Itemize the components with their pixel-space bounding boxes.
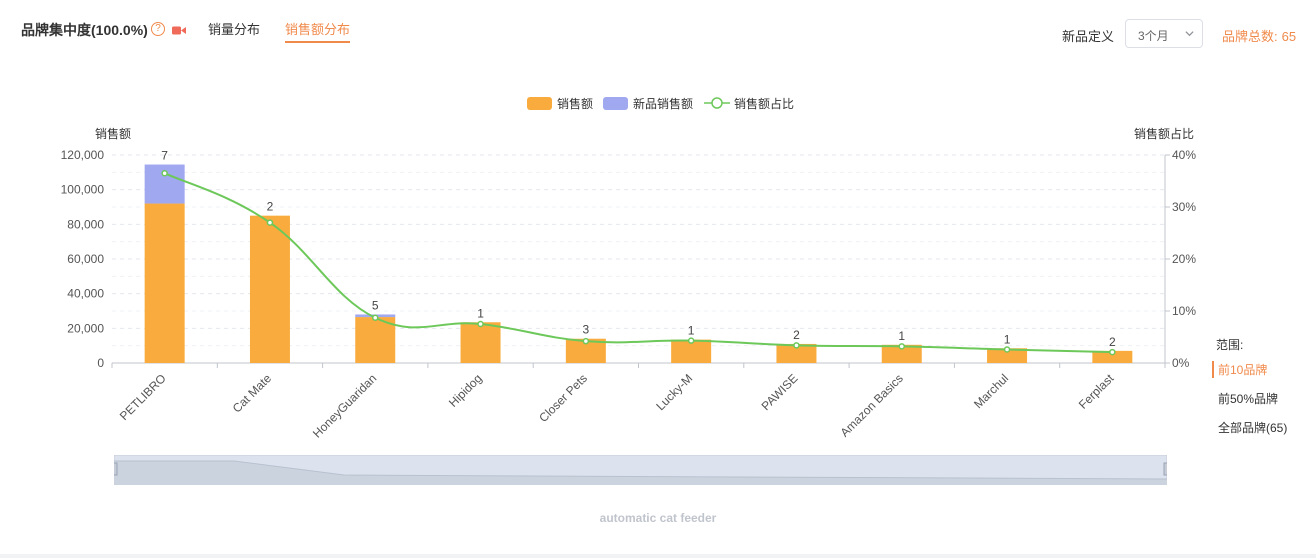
left-tick-label: 80,000 [67,217,104,231]
ratio-point [1003,346,1011,353]
x-category-label: Hipidog [446,371,485,410]
range-option-top50pct[interactable]: 前50%品牌 [1218,390,1278,407]
x-category-label: Lucky-M [653,371,695,413]
bar-count-label: 1 [477,306,484,320]
ratio-line [164,172,1113,354]
ratio-point [687,337,695,344]
x-category-label: Marchul [971,371,1011,411]
right-tick-label: 10% [1172,304,1196,318]
right-tick-label: 20% [1172,252,1196,266]
bar-count-label: 1 [898,329,905,343]
ratio-point [793,342,800,349]
left-tick-label: 40,000 [67,287,104,301]
left-tick-label: 120,000 [61,148,105,162]
bar-count-label: 3 [583,323,590,337]
bar-count-label: 1 [1004,332,1011,346]
ratio-point [1109,348,1116,356]
slider-handle-right[interactable] [1163,462,1167,476]
right-axis-title: 销售额占比 [1134,126,1194,141]
ratio-point [372,314,379,322]
x-category-label: Ferplast [1076,371,1117,412]
x-category-label: HoneyGuaridan [310,371,379,440]
range-option-all[interactable]: 全部品牌(65) [1218,419,1287,436]
ratio-point [898,343,905,350]
chart-caption: automatic cat feeder [599,511,717,525]
bottom-divider [0,554,1316,558]
right-tick-label: 40% [1172,148,1196,162]
bar-count-label: 5 [372,298,379,312]
ratio-point [477,320,484,328]
data-zoom-slider[interactable] [114,455,1167,485]
x-category-label: Closer Pets [536,371,590,425]
x-category-label: PETLIBRO [117,371,169,423]
bar-count-label: 2 [1109,335,1116,349]
left-tick-label: 60,000 [67,252,104,266]
range-option-top10[interactable]: 前10品牌 [1212,361,1267,378]
x-category-label: Cat Mate [230,371,275,416]
bar-sales [249,215,290,363]
slider-handle-left[interactable] [114,462,118,476]
bar-count-label: 2 [793,328,800,342]
left-tick-label: 0 [97,356,104,370]
brand-sales-chart: 销售额 销售额占比 0 20,000 40,000 60,000 80,000 100,000… [61,126,1197,441]
right-tick-label: 30% [1172,200,1196,214]
left-tick-label: 20,000 [67,321,104,335]
ratio-point [266,219,274,226]
bar-count-label: 7 [161,149,168,163]
left-tick-label: 100,000 [61,183,105,197]
bar-count-label: 2 [267,200,274,214]
bar-sales [460,322,501,363]
range-title: 范围: [1216,338,1244,352]
ratio-point [582,337,590,345]
bar-count-label: 1 [688,324,695,338]
x-category-label: PAWISE [759,371,801,413]
left-axis-title: 销售额 [95,126,131,141]
right-tick-label: 0% [1172,356,1190,370]
bar-sales [144,203,185,363]
x-category-label: Amazon Basics [837,371,905,439]
ratio-point [161,169,168,177]
